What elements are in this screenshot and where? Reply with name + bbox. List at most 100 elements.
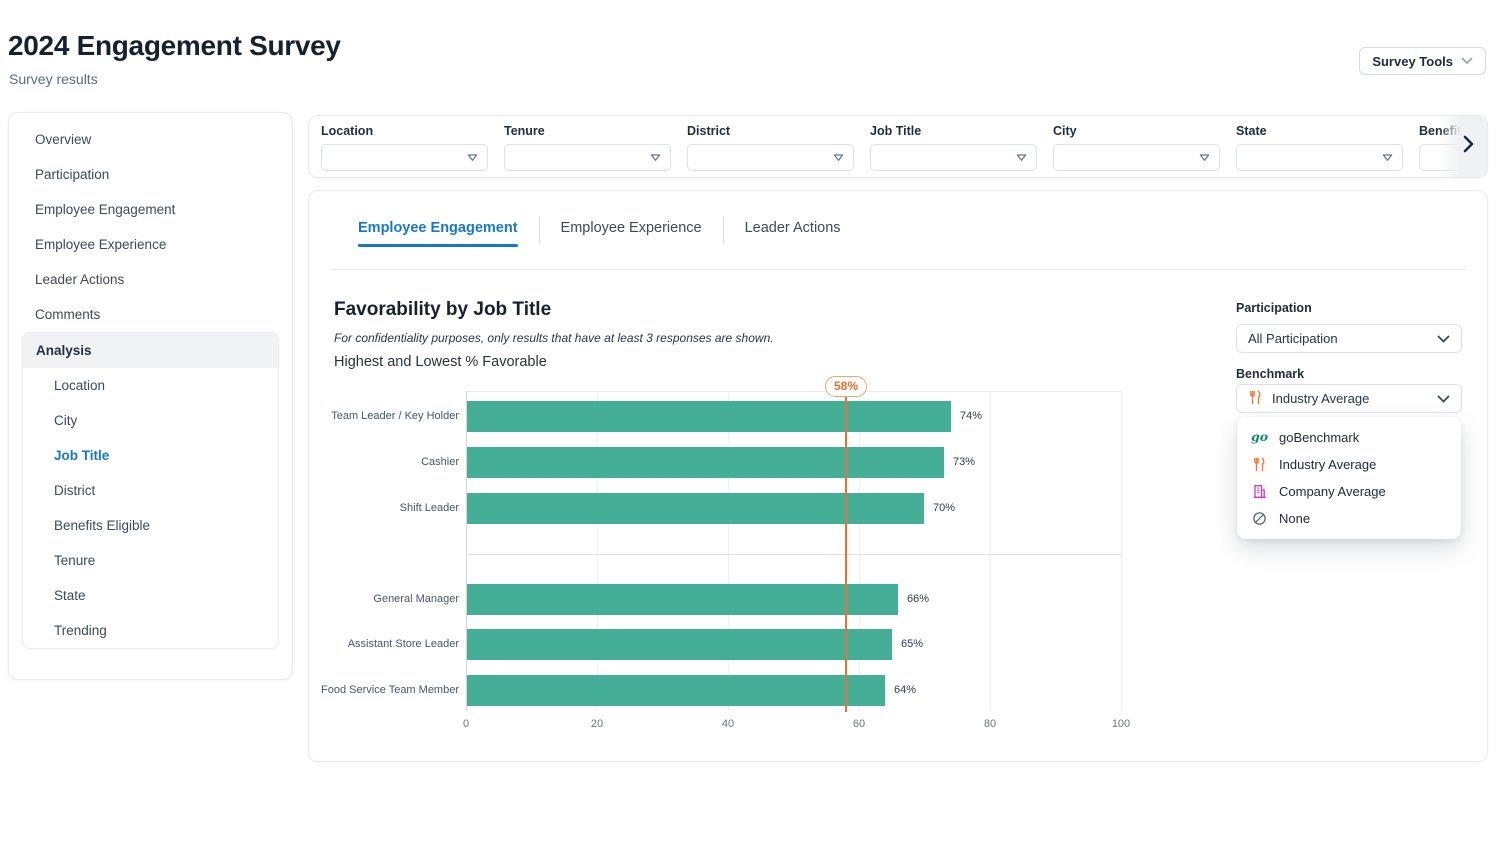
chevron-down-icon [1437, 395, 1450, 403]
chart-bar [467, 675, 885, 706]
sidebar-item-tenure[interactable]: Tenure [23, 543, 278, 578]
participation-select-value: All Participation [1248, 331, 1338, 346]
chart-bar [467, 584, 898, 615]
page-subtitle: Survey results [9, 71, 98, 87]
benchmark-pill: 58% [825, 376, 867, 397]
sidebar-item-participation[interactable]: Participation [9, 157, 292, 192]
dropdown-triangle-icon [467, 153, 478, 162]
benchmark-label: Benchmark [1236, 367, 1304, 381]
chart-x-tick: 80 [970, 718, 1010, 730]
filter-district: District [687, 124, 854, 171]
sidebar-item-location[interactable]: Location [23, 368, 278, 403]
benchmark-line [845, 397, 847, 712]
chart-category-label: Food Service Team Member [319, 675, 459, 706]
chart-y-axis [466, 391, 467, 711]
filter-location: Location [321, 124, 488, 171]
filter-state-select[interactable] [1236, 144, 1403, 171]
sidebar-item-overview[interactable]: Overview [9, 122, 292, 157]
chart-x-tick: 60 [839, 718, 879, 730]
main-card: Employee EngagementEmployee ExperienceLe… [308, 190, 1488, 762]
dropdown-triangle-icon [833, 153, 844, 162]
survey-tools-button[interactable]: Survey Tools [1359, 47, 1486, 75]
chart-plot-border [466, 391, 1121, 392]
chart-x-tick: 0 [446, 718, 486, 730]
filter-label: Location [321, 124, 488, 138]
filter-job-title: Job Title [870, 124, 1037, 171]
chart-bar [467, 629, 892, 660]
chart-gridline [990, 391, 991, 711]
dropdown-triangle-icon [650, 153, 661, 162]
sidebar-analysis-section: AnalysisLocationCityJob TitleDistrictBen… [22, 332, 279, 649]
sidebar-item-employee-experience[interactable]: Employee Experience [9, 227, 292, 262]
page-title: 2024 Engagement Survey [8, 30, 341, 62]
participation-select[interactable]: All Participation [1236, 324, 1462, 353]
benchmark-menu: go goBenchmark Industry Average Company Ave… [1237, 417, 1461, 539]
industry-average-icon [1251, 457, 1268, 472]
benchmark-option-gobenchmark[interactable]: go goBenchmark [1237, 424, 1461, 451]
chart-gridline [728, 391, 729, 711]
filter-tenure-select[interactable] [504, 144, 671, 171]
chart-controls: Participation All Participation Benchmar… [1236, 301, 1462, 631]
filters-row: Location Tenure District Job Title City State… [321, 124, 1488, 171]
filter-tenure: Tenure [504, 124, 671, 171]
dropdown-triangle-icon [1382, 153, 1393, 162]
gobenchmark-icon: go [1251, 431, 1268, 444]
chart-value-label: 65% [901, 629, 923, 660]
benchmark-option-label: goBenchmark [1279, 430, 1359, 445]
chart-category-label: Assistant Store Leader [319, 629, 459, 660]
filter-city: City [1053, 124, 1220, 171]
filter-location-select[interactable] [321, 144, 488, 171]
benchmark-option-none[interactable]: None [1237, 505, 1461, 532]
chart-gridline [859, 391, 860, 711]
benchmark-option-label: Industry Average [1279, 457, 1376, 472]
sidebar-item-state[interactable]: State [23, 578, 278, 613]
sidebar-item-district[interactable]: District [23, 473, 278, 508]
sidebar-item-trending[interactable]: Trending [23, 613, 278, 648]
filter-job-title-select[interactable] [870, 144, 1037, 171]
company-average-icon [1251, 484, 1268, 499]
sidebar-list: OverviewParticipationEmployee Engagement… [9, 122, 292, 649]
sidebar-item-leader-actions[interactable]: Leader Actions [9, 262, 292, 297]
chart-x-tick: 100 [1101, 718, 1141, 730]
chevron-down-icon [1461, 57, 1473, 65]
chart-x-tick: 20 [577, 718, 617, 730]
filter-district-select[interactable] [687, 144, 854, 171]
filter-state: State [1236, 124, 1403, 171]
filter-label: District [687, 124, 854, 138]
chart-category-label: Shift Leader [319, 493, 459, 524]
benchmark-select[interactable]: Industry Average [1236, 384, 1462, 413]
sidebar-item-employee-engagement[interactable]: Employee Engagement [9, 192, 292, 227]
participation-label: Participation [1236, 301, 1312, 315]
chart-gridline [597, 391, 598, 711]
chart-category-label: Cashier [319, 447, 459, 478]
chart-value-label: 74% [960, 401, 982, 432]
benchmark-option-label: None [1279, 511, 1310, 526]
chart-category-label: General Manager [319, 584, 459, 615]
chart-value-label: 73% [953, 447, 975, 478]
filter-label: State [1236, 124, 1403, 138]
chart-x-tick: 40 [708, 718, 748, 730]
sidebar-item-benefits-eligible[interactable]: Benefits Eligible [23, 508, 278, 543]
dropdown-triangle-icon [1016, 153, 1027, 162]
benchmark-option-company-average[interactable]: Company Average [1237, 478, 1461, 505]
chevron-right-icon [1463, 135, 1474, 158]
chart-value-label: 64% [894, 675, 916, 706]
chart-bar [467, 447, 944, 478]
benchmark-option-industry-average[interactable]: Industry Average [1237, 451, 1461, 478]
chart-bar [467, 493, 924, 524]
dropdown-triangle-icon [1199, 153, 1210, 162]
chevron-down-icon [1437, 335, 1450, 343]
sidebar-item-city[interactable]: City [23, 403, 278, 438]
chart-bar [467, 401, 951, 432]
benchmark-select-value: Industry Average [1272, 391, 1369, 406]
filter-city-select[interactable] [1053, 144, 1220, 171]
chart-gridline [1121, 391, 1122, 711]
sidebar-item-job-title[interactable]: Job Title [23, 438, 278, 473]
filters-scroll-right-button[interactable] [1439, 116, 1487, 177]
sidebar-item-analysis[interactable]: Analysis [23, 333, 278, 368]
filter-label: Tenure [504, 124, 671, 138]
chart-group-separator [466, 554, 1122, 555]
sidebar-item-comments[interactable]: Comments [9, 297, 292, 332]
benchmark-option-label: Company Average [1279, 484, 1386, 499]
industry-average-icon [1248, 390, 1263, 408]
